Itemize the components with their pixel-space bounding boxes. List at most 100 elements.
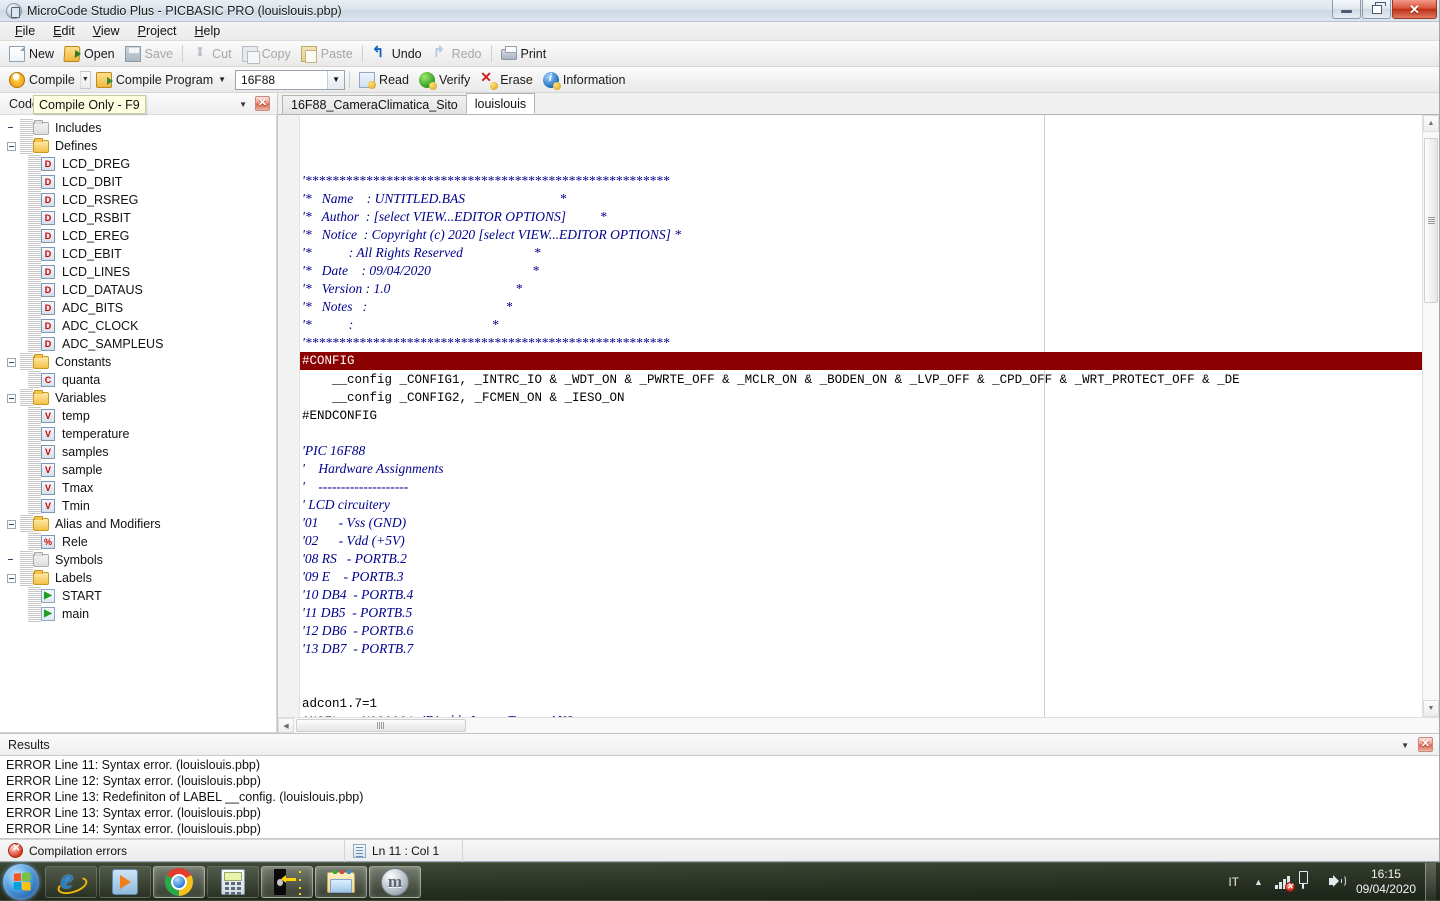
tree-item-lcd-dbit[interactable]: DLCD_DBIT (0, 173, 276, 191)
editor-horizontal-scrollbar[interactable]: ◀ (278, 717, 1439, 733)
results-line[interactable]: ERROR Line 12: Syntax error. (louislouis… (0, 774, 1439, 790)
scroll-up-button[interactable]: ▲ (1423, 115, 1439, 132)
tree-item-lcd-ebit[interactable]: DLCD_EBIT (0, 245, 276, 263)
tree-item-lcd-rsbit[interactable]: DLCD_RSBIT (0, 209, 276, 227)
tree-item-label: temperature (61, 427, 129, 441)
tree-item-adc-bits[interactable]: DADC_BITS (0, 299, 276, 317)
menu-item-project[interactable]: Project (129, 23, 186, 39)
language-indicator[interactable]: IT (1220, 875, 1247, 889)
editor-tab-louislouis[interactable]: louislouis (466, 93, 535, 114)
tree-collapse-icon[interactable] (7, 394, 16, 403)
information-button[interactable]: Information (538, 70, 631, 90)
tree-item-alias-and-modifiers[interactable]: Alias and Modifiers (0, 515, 276, 533)
close-button[interactable]: ✕ (1392, 0, 1437, 19)
tree-item-variables[interactable]: Variables (0, 389, 276, 407)
tree-item-labels[interactable]: Labels (0, 569, 276, 587)
taskbar-windows-explorer[interactable] (315, 866, 367, 898)
erase-button[interactable]: Erase (475, 70, 538, 90)
redo-button[interactable]: Redo (427, 44, 487, 64)
tree-item-constants[interactable]: Constants (0, 353, 276, 371)
menu-item-file[interactable]: File (6, 23, 44, 39)
tree-item-start[interactable]: ▶START (0, 587, 276, 605)
minimize-button[interactable] (1332, 0, 1361, 19)
chrome-icon (165, 868, 193, 896)
tree-item-symbols[interactable]: Symbols (0, 551, 276, 569)
tree-collapse-icon[interactable] (7, 142, 16, 151)
volume-icon[interactable] (1329, 874, 1346, 889)
cut-button[interactable]: Cut (187, 44, 236, 64)
results-line[interactable]: ERROR Line 13: Redefiniton of LABEL __co… (0, 790, 1439, 806)
tree-collapse-icon[interactable] (7, 520, 16, 529)
taskbar-programmer-app[interactable] (261, 866, 313, 898)
results-line[interactable]: ERROR Line 11: Syntax error. (louislouis… (0, 758, 1439, 774)
tree-item-temperature[interactable]: Vtemperature (0, 425, 276, 443)
save-button[interactable]: Save (120, 44, 179, 64)
tree-item-tmax[interactable]: VTmax (0, 479, 276, 497)
tree-item-lcd-dreg[interactable]: DLCD_DREG (0, 155, 276, 173)
menu-item-view[interactable]: View (84, 23, 129, 39)
display-icon[interactable] (1302, 874, 1319, 889)
compile-dropdown-button[interactable]: ▼ (80, 71, 91, 89)
results-close-button[interactable]: ✕ (1418, 737, 1433, 752)
tree-item-defines[interactable]: Defines (0, 137, 276, 155)
read-button[interactable]: Read (354, 70, 414, 90)
new-button[interactable]: New (4, 44, 59, 64)
tree-collapse-icon[interactable] (7, 358, 16, 367)
compile-button[interactable]: Compile (4, 70, 80, 90)
editor-gutter[interactable] (278, 115, 300, 717)
tree-item-lcd-ereg[interactable]: DLCD_EREG (0, 227, 276, 245)
restore-button[interactable] (1362, 0, 1391, 19)
verify-button[interactable]: Verify (414, 70, 475, 90)
device-select[interactable]: 16F88 ▼ (235, 70, 345, 90)
tree-item-quanta[interactable]: Cquanta (0, 371, 276, 389)
code-text[interactable]: '***************************************… (300, 115, 1422, 717)
code-explorer-close-button[interactable]: ✕ (255, 96, 270, 111)
show-desktop-button[interactable] (1425, 863, 1436, 901)
editor-vertical-scrollbar[interactable]: ▲ ▼ (1422, 115, 1439, 717)
tree-item-main[interactable]: ▶main (0, 605, 276, 623)
editor-tab-16f88-cameraclimatica-sito[interactable]: 16F88_CameraClimatica_Sito (282, 95, 467, 114)
tree-collapse-icon[interactable] (7, 574, 16, 583)
taskbar-internet-explorer[interactable] (45, 866, 97, 898)
taskbar-windows-media-player[interactable] (99, 866, 151, 898)
tree-item-sample[interactable]: Vsample (0, 461, 276, 479)
tree-item-adc-sampleus[interactable]: DADC_SAMPLEUS (0, 335, 276, 353)
results-dropdown-icon[interactable]: ▼ (1401, 741, 1409, 750)
open-button[interactable]: Open (59, 44, 120, 64)
tree-item-temp[interactable]: Vtemp (0, 407, 276, 425)
menu-item-edit[interactable]: Edit (44, 23, 84, 39)
undo-button[interactable]: Undo (367, 44, 427, 64)
scroll-down-button[interactable]: ▼ (1423, 700, 1439, 717)
copy-button[interactable]: Copy (237, 44, 296, 64)
taskbar-clock[interactable]: 16:15 09/04/2020 (1351, 867, 1425, 897)
vertical-scroll-track[interactable] (1423, 132, 1439, 700)
code-explorer-tree[interactable]: IncludesDefinesDLCD_DREGDLCD_DBITDLCD_RS… (0, 115, 277, 733)
tree-item-rele[interactable]: %Rele (0, 533, 276, 551)
compile-program-button[interactable]: Compile Program ▼ (91, 70, 231, 90)
print-button[interactable]: Print (496, 45, 552, 63)
paste-button[interactable]: Paste (296, 44, 358, 64)
horizontal-scroll-thumb[interactable] (296, 719, 466, 732)
chevron-up-icon[interactable]: ▲ (1247, 877, 1270, 887)
results-list[interactable]: ERROR Line 11: Syntax error. (louislouis… (0, 755, 1439, 839)
start-button[interactable] (3, 864, 39, 900)
menu-item-help[interactable]: Help (186, 23, 230, 39)
tree-item-includes[interactable]: Includes (0, 119, 276, 137)
taskbar-calculator[interactable] (207, 866, 259, 898)
scroll-left-button[interactable]: ◀ (278, 718, 294, 733)
results-line[interactable]: ERROR Line 14: Syntax error. (louislouis… (0, 822, 1439, 838)
tree-item-samples[interactable]: Vsamples (0, 443, 276, 461)
code-explorer-dropdown-icon[interactable]: ▼ (239, 100, 247, 109)
taskbar-m-app[interactable]: m (369, 866, 421, 898)
tree-item-lcd-dataus[interactable]: DLCD_DATAUS (0, 281, 276, 299)
taskbar-google-chrome[interactable] (153, 866, 205, 898)
tree-item-lcd-rsreg[interactable]: DLCD_RSREG (0, 191, 276, 209)
tree-item-adc-clock[interactable]: DADC_CLOCK (0, 317, 276, 335)
tree-item-tmin[interactable]: VTmin (0, 497, 276, 515)
chevron-down-icon[interactable]: ▼ (327, 71, 344, 89)
tree-item-lcd-lines[interactable]: DLCD_LINES (0, 263, 276, 281)
network-error-icon[interactable]: ✕ (1275, 874, 1292, 889)
vertical-scroll-thumb[interactable] (1424, 138, 1438, 303)
results-line[interactable]: ERROR Line 13: Syntax error. (louislouis… (0, 806, 1439, 822)
horizontal-scroll-track[interactable] (294, 718, 1439, 733)
